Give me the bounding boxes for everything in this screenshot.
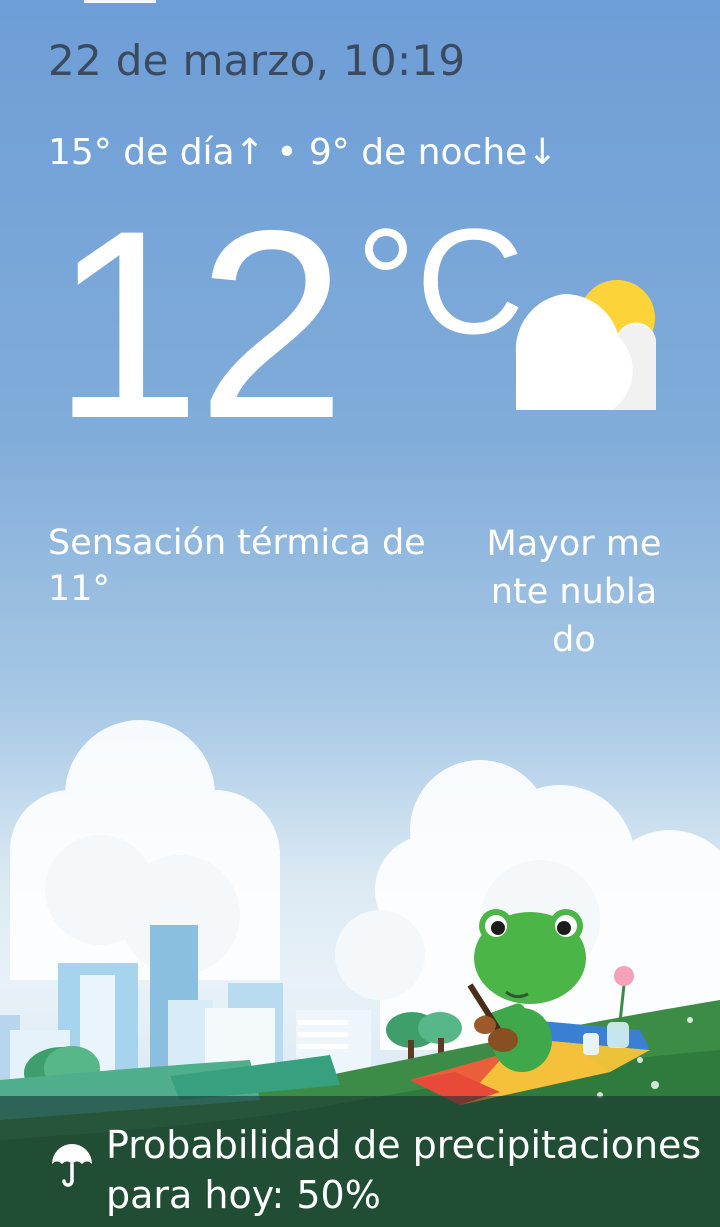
precipitation-probability: Probabilidad de precipitaciones para hoy… <box>106 1123 702 1217</box>
high-low-temperatures: 15° de día↑ • 9° de noche↓ <box>48 132 558 173</box>
umbrella-icon <box>52 1144 92 1187</box>
mostly-cloudy-icon <box>515 280 657 410</box>
feels-like-temperature: Sensación térmica de 11° <box>48 523 426 609</box>
status-bar-indicator <box>84 0 156 3</box>
temperature-unit: °C <box>356 197 525 365</box>
weather-condition: Mayor mente nublado <box>486 524 662 660</box>
current-temperature: 12 <box>52 174 346 474</box>
date-time: 22 de marzo, 10:19 <box>48 36 466 85</box>
